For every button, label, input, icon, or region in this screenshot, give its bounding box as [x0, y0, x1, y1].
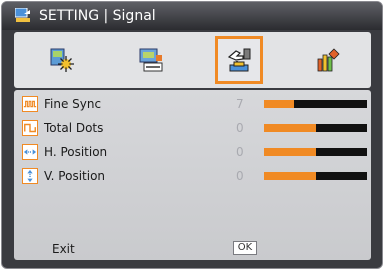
slider-fill	[264, 124, 316, 132]
pulse-icon	[22, 120, 38, 136]
slider-fill	[264, 148, 316, 156]
v-position-slider[interactable]	[264, 172, 367, 180]
setting-label: V. Position	[44, 169, 106, 183]
tab-options[interactable]	[304, 36, 352, 84]
horizontal-arrows-icon	[22, 144, 38, 160]
setting-value: 0	[236, 169, 244, 183]
setting-value: 7	[236, 97, 244, 111]
slider-fill	[264, 172, 316, 180]
display-settings-icon	[139, 48, 163, 72]
exit-label[interactable]: Exit	[52, 240, 75, 258]
setting-label: H. Position	[44, 145, 108, 159]
ok-button[interactable]: OK	[233, 241, 257, 255]
setting-icon	[15, 8, 30, 22]
fine-sync-slider[interactable]	[264, 100, 367, 108]
setting-row-fine-sync[interactable]: Fine Sync 7	[22, 94, 367, 114]
tab-display-settings[interactable]	[127, 36, 175, 84]
tab-bar	[14, 32, 371, 88]
setting-label: Total Dots	[44, 121, 104, 135]
options-icon	[317, 48, 340, 72]
tab-image-settings[interactable]	[38, 36, 86, 84]
setting-row-h-position[interactable]: H. Position 0	[22, 142, 367, 162]
setting-row-v-position[interactable]: V. Position 0	[22, 166, 367, 186]
vertical-arrows-icon	[22, 168, 38, 184]
title-bar: SETTING | Signal	[2, 2, 382, 30]
slider-fill	[264, 100, 294, 108]
osd-menu-window: SETTING | Signal Fine Sync 7 Total Dots …	[1, 1, 383, 269]
setting-hand-icon	[227, 48, 251, 72]
setting-label: Fine Sync	[44, 97, 102, 111]
h-position-slider[interactable]	[264, 148, 367, 156]
setting-value: 0	[236, 145, 244, 159]
setting-row-total-dots[interactable]: Total Dots 0	[22, 118, 367, 138]
settings-panel: Fine Sync 7 Total Dots 0 H. Position 0 V…	[14, 90, 371, 260]
setting-value: 0	[236, 121, 244, 135]
total-dots-slider[interactable]	[264, 124, 367, 132]
image-settings-icon	[50, 48, 74, 72]
window-title: SETTING | Signal	[39, 8, 156, 24]
waveform-icon	[22, 96, 38, 112]
tab-setting[interactable]	[215, 36, 263, 84]
